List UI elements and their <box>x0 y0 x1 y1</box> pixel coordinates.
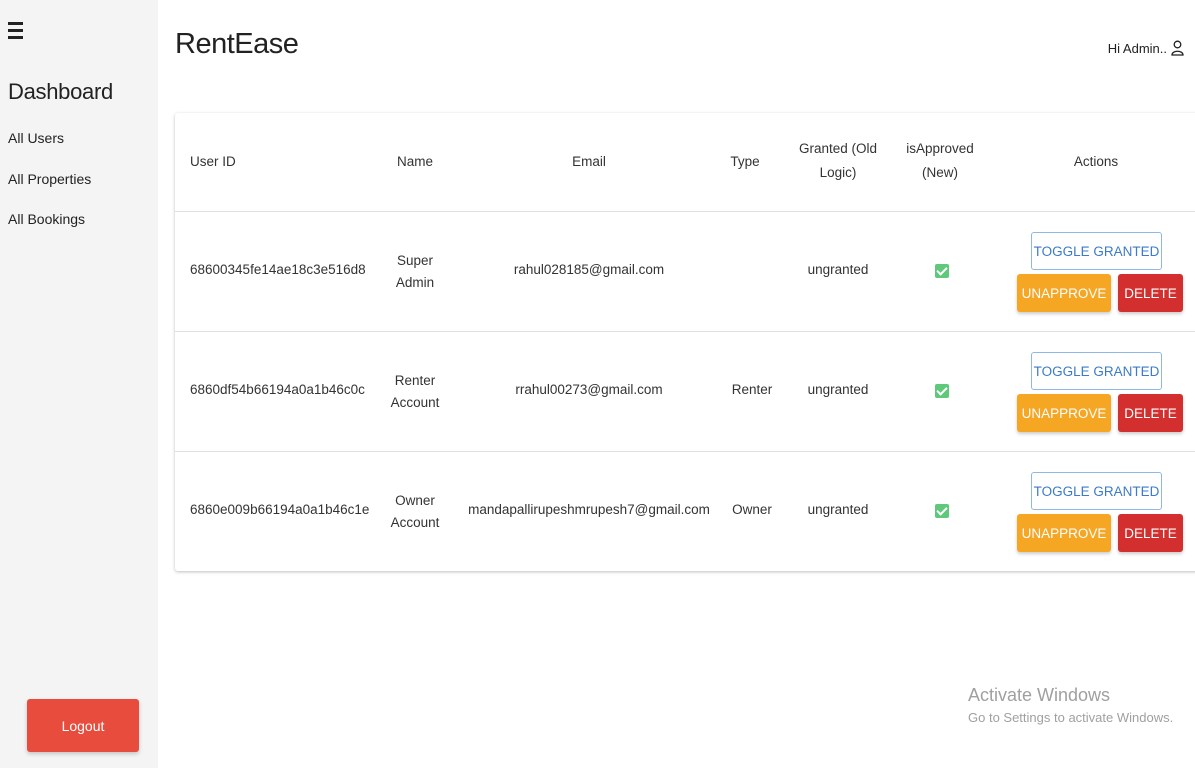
approved-check-icon <box>935 384 949 398</box>
header-approved-line2: (New) <box>921 165 958 180</box>
cell-user-id: 6860df54b66194a0a1b46c0c <box>190 382 365 397</box>
cell-email: mandapallirupeshmrupesh7@gmail.com <box>468 502 710 517</box>
header-approved-line1: isApproved <box>906 141 974 156</box>
cell-type: Renter <box>731 382 773 397</box>
toggle-granted-button[interactable]: TOGGLE GRANTED <box>1031 352 1162 390</box>
header-type: Type <box>730 154 760 169</box>
header-email: Email <box>572 154 606 169</box>
user-greeting[interactable]: Hi Admin.. <box>1108 40 1184 56</box>
table-header: User ID Name Email Type Granted (Old Log… <box>175 113 1195 212</box>
unapprove-button[interactable]: UNAPPROVE <box>1017 394 1111 432</box>
unapprove-button[interactable]: UNAPPROVE <box>1017 274 1111 312</box>
cell-email: rrahul00273@gmail.com <box>515 382 663 397</box>
delete-button[interactable]: DELETE <box>1118 514 1183 552</box>
header-granted-line2: Logic) <box>819 165 857 180</box>
menu-icon[interactable] <box>8 22 26 42</box>
unapprove-button[interactable]: UNAPPROVE <box>1017 514 1111 552</box>
greeting-text: Hi Admin.. <box>1107 40 1167 56</box>
cell-user-id: 68600345fe14ae18c3e516d8 <box>190 262 366 277</box>
cell-name: Super Admin <box>396 250 434 294</box>
table-row: 6860df54b66194a0a1b46c0c Renter Account … <box>175 332 1195 452</box>
approved-check-icon <box>935 504 949 518</box>
table-row: 6860e009b66194a0a1b46c1e Owner Account m… <box>175 452 1195 571</box>
sidebar: Dashboard All Users All Properties All B… <box>0 0 158 768</box>
cell-name: Owner Account <box>391 490 440 534</box>
brand-title: RentEase <box>175 28 299 60</box>
header-granted-line1: Granted (Old <box>798 141 878 156</box>
user-icon <box>1171 40 1184 56</box>
header-actions: Actions <box>1073 154 1119 169</box>
table-row: 68600345fe14ae18c3e516d8 Super Admin rah… <box>175 212 1195 332</box>
cell-email: rahul028185@gmail.com <box>513 262 665 277</box>
users-table: User ID Name Email Type Granted (Old Log… <box>175 113 1195 571</box>
cell-granted: ungranted <box>807 502 869 517</box>
header-approved: isApproved (New) <box>906 137 974 185</box>
cell-type: Owner <box>732 502 772 517</box>
cell-name: Renter Account <box>391 370 440 414</box>
toggle-granted-button[interactable]: TOGGLE GRANTED <box>1031 232 1162 270</box>
cell-name-line2: Account <box>390 515 440 530</box>
sidebar-item-all-bookings[interactable]: All Bookings <box>8 211 85 227</box>
toggle-granted-button[interactable]: TOGGLE GRANTED <box>1031 472 1162 510</box>
logout-button[interactable]: Logout <box>27 699 139 752</box>
approved-check-icon <box>935 264 949 278</box>
delete-button[interactable]: DELETE <box>1118 274 1183 312</box>
watermark-title: Activate Windows <box>968 685 1111 705</box>
cell-granted: ungranted <box>807 262 869 277</box>
header-granted: Granted (Old Logic) <box>799 137 877 185</box>
header-name: Name <box>396 154 434 169</box>
sidebar-item-all-properties[interactable]: All Properties <box>8 171 91 187</box>
header-user-id: User ID <box>190 154 236 169</box>
cell-name-line2: Admin <box>395 275 435 290</box>
cell-user-id: 6860e009b66194a0a1b46c1e <box>190 502 370 517</box>
watermark-subtitle: Go to Settings to activate Windows. <box>968 710 1174 725</box>
sidebar-item-all-users[interactable]: All Users <box>8 130 64 146</box>
sidebar-title: Dashboard <box>8 79 113 104</box>
cell-name-line1: Owner <box>395 493 435 508</box>
delete-button[interactable]: DELETE <box>1118 394 1183 432</box>
cell-granted: ungranted <box>807 382 869 397</box>
activate-windows-watermark: Activate Windows Go to Settings to activ… <box>968 685 1173 725</box>
cell-name-line1: Renter <box>394 373 436 388</box>
cell-name-line1: Super <box>396 253 434 268</box>
cell-name-line2: Account <box>390 395 440 410</box>
